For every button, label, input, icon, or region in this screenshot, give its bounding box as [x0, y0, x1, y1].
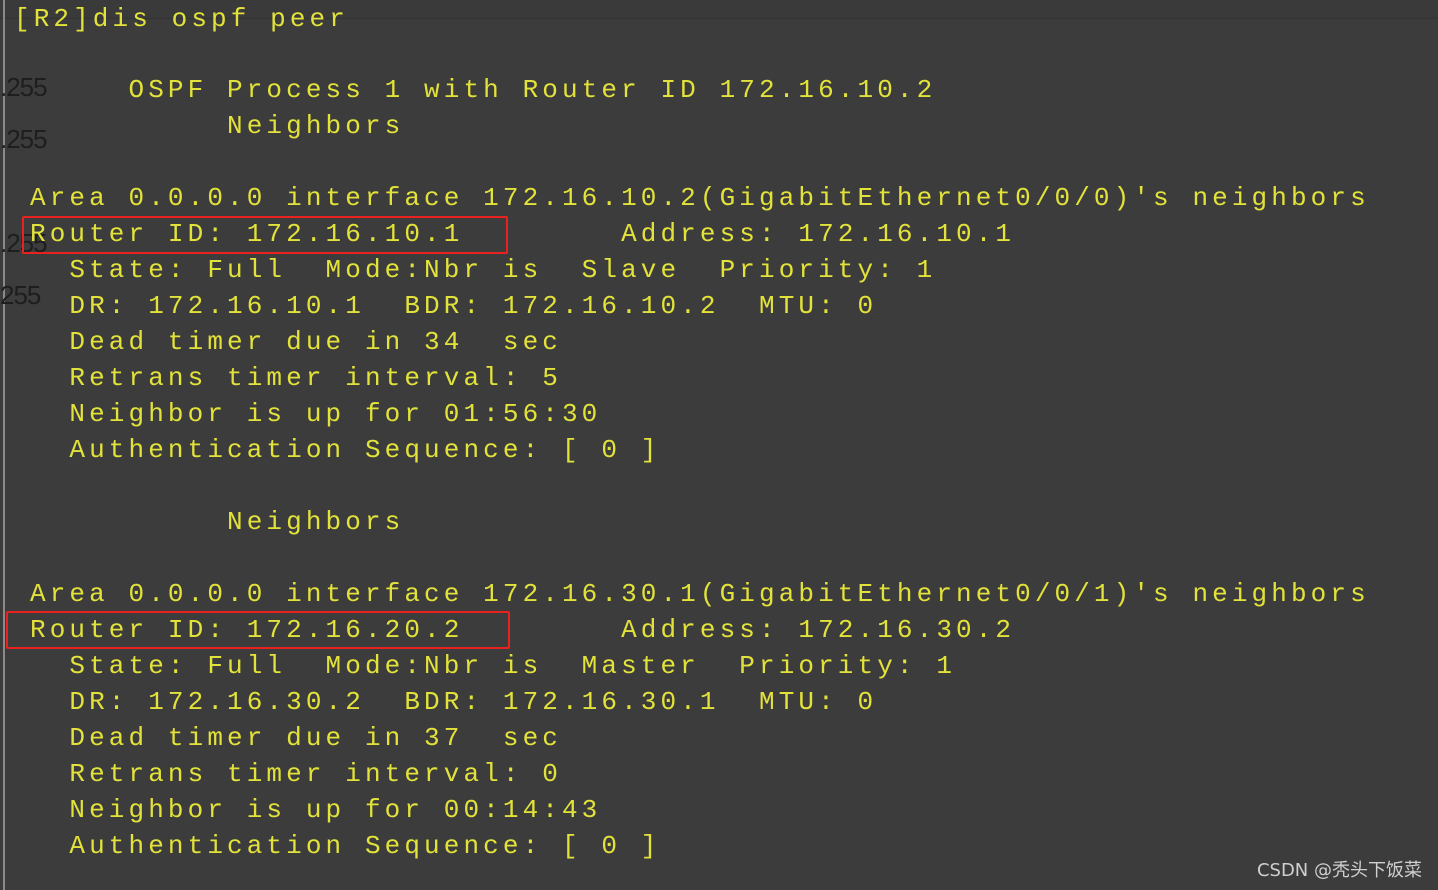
dr-line: DR: 172.16.10.1 BDR: 172.16.10.2 MTU: 0 — [30, 291, 878, 321]
state-line: State: Full Mode:Nbr is Slave Priority: … — [30, 255, 937, 285]
state-line: State: Full Mode:Nbr is Master Priority:… — [30, 651, 957, 681]
neighbors-heading: Neighbors — [30, 507, 405, 537]
area-interface-line: Area 0.0.0.0 interface 172.16.30.1(Gigab… — [30, 579, 1370, 609]
dr-line: DR: 172.16.30.2 BDR: 172.16.30.1 MTU: 0 — [30, 687, 878, 717]
neighbors-heading: Neighbors — [30, 111, 405, 141]
auth-line: Authentication Sequence: [ 0 ] — [30, 435, 661, 465]
auth-line: Authentication Sequence: [ 0 ] — [30, 831, 661, 861]
area-interface-line: Area 0.0.0.0 interface 172.16.10.2(Gigab… — [30, 183, 1370, 213]
watermark: CSDN @秃头下饭菜 — [1256, 860, 1422, 881]
command-prompt: [R2]dis ospf peer — [14, 4, 349, 34]
highlight-box-router-id-1 — [22, 216, 508, 254]
retrans-line: Retrans timer interval: 0 — [30, 759, 562, 789]
retrans-line: Retrans timer interval: 5 — [30, 363, 562, 393]
highlight-box-router-id-2 — [6, 611, 510, 649]
uptime-line: Neighbor is up for 01:56:30 — [30, 399, 602, 429]
dead-timer-line: Dead timer due in 37 sec — [30, 723, 562, 753]
uptime-line: Neighbor is up for 00:14:43 — [30, 795, 602, 825]
dead-timer-line: Dead timer due in 34 sec — [30, 327, 562, 357]
process-header: OSPF Process 1 with Router ID 172.16.10.… — [30, 75, 937, 105]
